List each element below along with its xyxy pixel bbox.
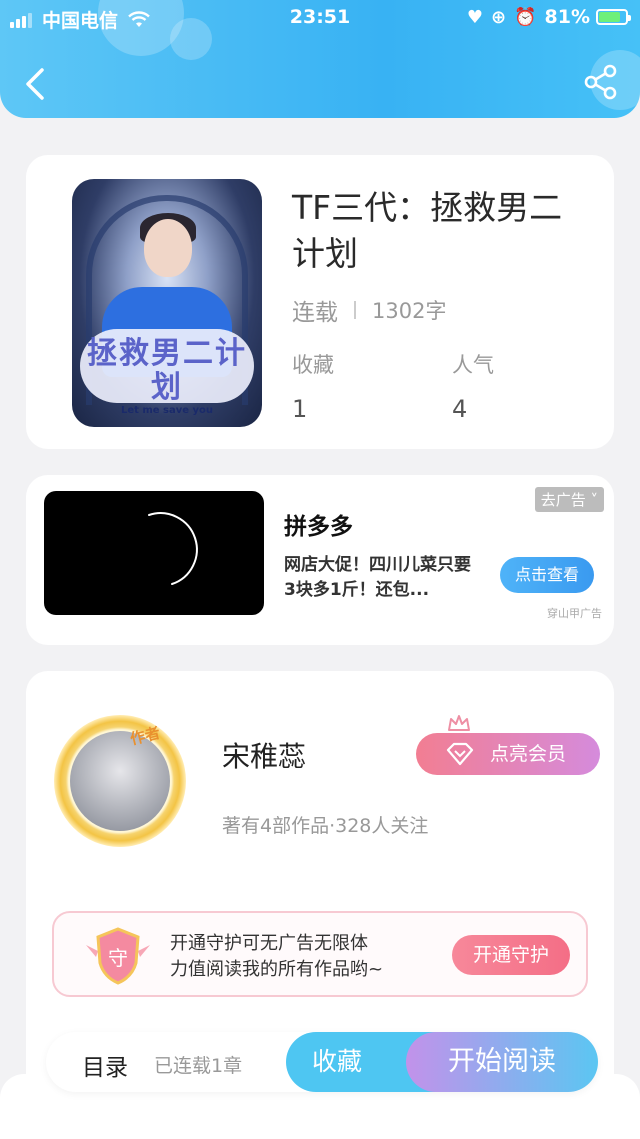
stat-value: 1 [292,395,308,423]
book-meta: 连载 1302字 [292,293,446,327]
ad-source: 穿山甲广告 [547,607,602,620]
cover-title: 拯救男二计划 [87,336,247,405]
back-button[interactable] [20,64,50,104]
heart-icon: ♥ [466,6,483,28]
word-count: 1302字 [372,299,447,323]
loading-spinner-icon [148,512,198,585]
share-button[interactable] [584,64,618,100]
ad-description: 网店大促！四川儿菜只要3块多1斤！还包... [284,555,471,600]
toc-button[interactable]: 目录 [82,1048,128,1082]
chapter-count: 已连载1章 [154,1055,243,1077]
vip-button-label: 点亮会员 [490,743,567,765]
diamond-icon [446,742,474,766]
guard-text-line: 开通守护可无广告无限体 [170,933,368,954]
action-bar: 目录 已连载1章 收藏 开始阅读 [46,1032,598,1092]
ad-card[interactable]: 去广告 ˅ 拼多多 网店大促！四川儿菜只要3块多1斤！还包... 点击查看 穿山… [26,475,614,645]
start-reading-button[interactable]: 开始阅读 [406,1032,598,1092]
author-info: 著有4部作品·328人关注 [222,815,429,837]
stat-popularity: 人气 4 [452,349,494,423]
vip-button[interactable]: 点亮会员 [416,733,600,775]
header: 中国电信 23:51 ♥ ⊕ ⏰ 81% [0,0,640,118]
ad-brand: 拼多多 [284,514,353,540]
remove-ad-label: 去广告 [540,491,586,509]
book-title: TF三代：拯救男二计划 [292,188,563,273]
divider [354,301,356,319]
book-info-card: 拯救男二计划 Let me save you TF三代：拯救男二计划 连载 13… [26,155,614,449]
author-avatar[interactable] [70,731,170,831]
author-name[interactable]: 宋稚蕊 [222,735,306,775]
rotation-lock-icon: ⊕ [491,6,507,28]
battery-icon [596,9,631,25]
alarm-icon: ⏰ [514,6,537,28]
shield-char: 守 [108,946,128,970]
guard-text: 开通守护可无广告无限体 力值阅读我的所有作品哟~ [170,931,383,983]
status-bar: 中国电信 23:51 ♥ ⊕ ⏰ 81% [0,0,640,36]
shield-icon: 守 [86,927,150,985]
cover-subtitle: Let me save you [120,405,214,416]
ad-view-button[interactable]: 点击查看 [500,557,594,593]
book-status: 连载 [292,300,338,326]
stat-label: 收藏 [292,353,334,377]
open-guard-button[interactable]: 开通守护 [452,935,570,975]
remove-ad-button[interactable]: 去广告 ˅ [534,487,604,512]
guard-promo: 守 开通守护可无广告无限体 力值阅读我的所有作品哟~ 开通守护 [52,911,588,997]
guard-text-line: 力值阅读我的所有作品哟~ [170,959,384,980]
crown-icon [448,715,470,731]
stat-label: 人气 [452,353,494,377]
battery-percent: 81% [544,6,590,28]
stat-value: 4 [452,395,468,423]
stat-favorites: 收藏 1 [292,349,334,423]
ad-video[interactable] [44,491,264,615]
book-cover[interactable]: 拯救男二计划 Let me save you [72,179,262,427]
